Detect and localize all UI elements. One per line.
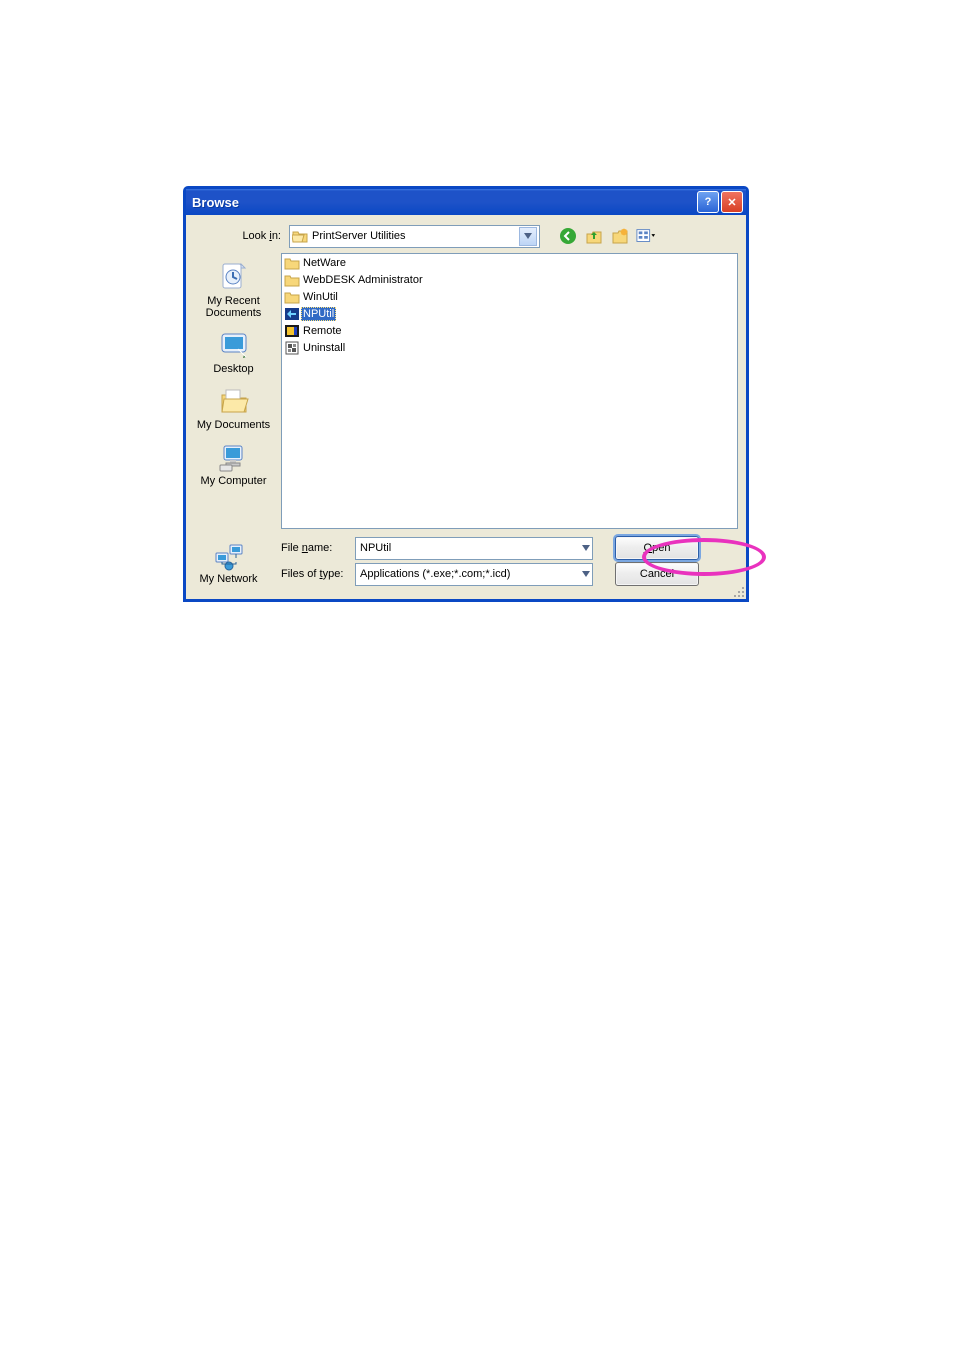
file-name-label: File name:	[281, 542, 355, 554]
place-desktop[interactable]: Desktop	[191, 325, 276, 381]
folder-icon	[284, 255, 300, 271]
place-label: My Recent Documents	[191, 295, 276, 319]
my-computer-icon	[218, 441, 250, 473]
look-in-label: Look in:	[186, 230, 289, 242]
place-my-documents[interactable]: My Documents	[191, 381, 276, 437]
list-item[interactable]: NPUtil	[282, 305, 737, 322]
place-label: My Computer	[191, 475, 276, 487]
look-in-combo[interactable]: PrintServer Utilities	[289, 225, 540, 248]
file-name-value: NPUtil	[358, 542, 582, 554]
list-item[interactable]: WebDESK Administrator	[282, 271, 737, 288]
file-name-combo[interactable]: NPUtil	[355, 537, 593, 560]
dropdown-button[interactable]	[519, 227, 537, 246]
help-icon: ?	[705, 196, 712, 208]
recent-documents-icon	[218, 261, 250, 293]
close-icon: ✕	[727, 196, 736, 209]
desktop-icon	[218, 329, 250, 361]
look-in-value: PrintServer Utilities	[312, 230, 519, 242]
open-button[interactable]: Open	[615, 536, 699, 560]
file-list[interactable]: NetWare WebDESK Administrator WinUtil NP…	[281, 253, 738, 529]
place-label: My Documents	[191, 419, 276, 431]
file-name: NPUtil	[301, 307, 336, 321]
dropdown-button[interactable]	[582, 568, 590, 580]
my-documents-icon	[218, 385, 250, 417]
my-network-icon	[213, 539, 245, 571]
window-title: Browse	[192, 195, 695, 210]
place-label: My Network	[186, 573, 271, 585]
titlebar[interactable]: Browse ? ✕	[186, 189, 746, 215]
files-of-type-value: Applications (*.exe;*.com;*.icd)	[358, 568, 582, 580]
list-item[interactable]: WinUtil	[282, 288, 737, 305]
file-name: Remote	[301, 324, 344, 338]
place-label: Desktop	[191, 363, 276, 375]
application-icon	[284, 340, 300, 356]
new-folder-button[interactable]	[610, 226, 630, 246]
folder-icon	[284, 272, 300, 288]
file-name: WinUtil	[301, 290, 340, 304]
cancel-button[interactable]: Cancel	[615, 562, 699, 586]
list-item[interactable]: Uninstall	[282, 339, 737, 356]
files-of-type-label: Files of type:	[281, 568, 355, 580]
place-recent-documents[interactable]: My Recent Documents	[191, 257, 276, 325]
up-one-level-button[interactable]	[584, 226, 604, 246]
close-button[interactable]: ✕	[721, 191, 743, 213]
look-in-row: Look in: PrintServer Utilities	[186, 215, 746, 253]
list-item[interactable]: Remote	[282, 322, 737, 339]
help-button[interactable]: ?	[697, 191, 719, 213]
folder-icon	[284, 289, 300, 305]
browse-dialog: Browse ? ✕ Look in: PrintServer Utilitie…	[183, 186, 749, 602]
folder-open-icon	[292, 229, 308, 243]
file-name: NetWare	[301, 256, 348, 270]
list-item[interactable]: NetWare	[282, 254, 737, 271]
file-name: WebDESK Administrator	[301, 273, 425, 287]
view-menu-button[interactable]	[636, 226, 656, 246]
back-button[interactable]	[558, 226, 578, 246]
resize-grip[interactable]	[733, 586, 745, 598]
files-of-type-combo[interactable]: Applications (*.exe;*.com;*.icd)	[355, 563, 593, 586]
place-my-network[interactable]: My Network	[186, 535, 271, 591]
application-icon	[284, 323, 300, 339]
place-my-computer[interactable]: My Computer	[191, 437, 276, 493]
file-name: Uninstall	[301, 341, 347, 355]
places-bar: My Recent Documents Desktop My Documents	[186, 253, 281, 535]
toolbar-icons	[558, 226, 656, 246]
dropdown-button[interactable]	[582, 542, 590, 554]
application-icon	[284, 306, 300, 322]
